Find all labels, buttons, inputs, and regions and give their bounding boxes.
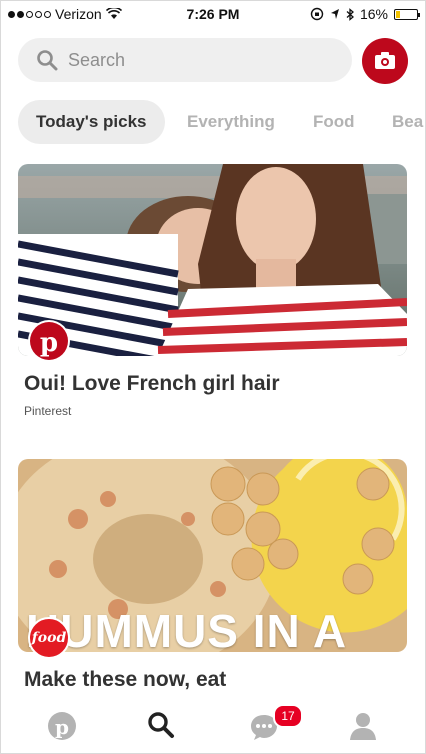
tab-todays-picks[interactable]: Today's picks bbox=[18, 100, 165, 144]
pin-title[interactable]: Make these now, eat bbox=[24, 668, 226, 692]
svg-text:p: p bbox=[40, 328, 58, 358]
pinterest-badge[interactable]: p bbox=[28, 320, 70, 362]
search-icon bbox=[37, 50, 58, 71]
pin-source[interactable]: Pinterest bbox=[24, 404, 71, 418]
pin-image-french-girl-hair[interactable] bbox=[18, 164, 407, 356]
tab-beauty[interactable]: Bea bbox=[392, 100, 423, 144]
notification-badge: 17 bbox=[273, 704, 303, 728]
overlay-headline: HUMMUS IN A bbox=[26, 605, 348, 652]
pin-image-overlay-text: HUMMUS IN A bbox=[18, 600, 407, 652]
visual-search-button[interactable] bbox=[362, 38, 408, 84]
status-bar: Verizon 7:26 PM 16% bbox=[0, 0, 426, 28]
battery-percent: 16% bbox=[359, 6, 388, 22]
bottom-navigation: p bbox=[0, 700, 426, 754]
tab-everything[interactable]: Everything bbox=[187, 100, 275, 144]
svg-text:p: p bbox=[55, 715, 69, 739]
bluetooth-icon bbox=[346, 7, 354, 21]
pinterest-icon: p bbox=[30, 322, 68, 360]
battery-icon bbox=[394, 8, 420, 20]
search-placeholder: Search bbox=[68, 50, 126, 70]
food-network-logo[interactable]: food bbox=[28, 617, 70, 659]
photo-two-women bbox=[18, 164, 407, 356]
profile-icon[interactable] bbox=[348, 710, 378, 742]
camera-icon bbox=[375, 52, 395, 69]
search-icon[interactable] bbox=[146, 710, 176, 740]
tab-food[interactable]: Food bbox=[313, 100, 355, 144]
search-bar[interactable]: Search bbox=[18, 38, 352, 82]
location-icon bbox=[330, 9, 339, 19]
rotation-lock-icon bbox=[310, 7, 324, 21]
pin-title[interactable]: Oui! Love French girl hair bbox=[24, 372, 280, 396]
home-icon[interactable]: p bbox=[46, 710, 78, 742]
category-tabs: Today's picks Everything Food Bea bbox=[18, 100, 426, 144]
system-indicators: 16% bbox=[310, 6, 420, 22]
